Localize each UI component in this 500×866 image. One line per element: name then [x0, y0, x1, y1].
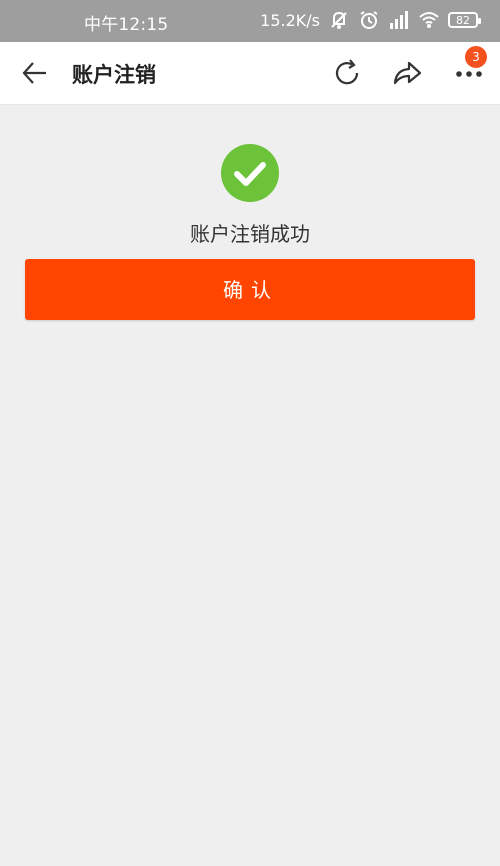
refresh-icon[interactable]	[330, 56, 364, 90]
network-speed: 15.2K/s	[260, 10, 320, 30]
success-message: 账户注销成功	[190, 222, 310, 246]
back-arrow-icon[interactable]	[18, 58, 52, 88]
vibrate-off-icon	[328, 9, 350, 31]
notification-badge: 3	[465, 46, 487, 68]
confirm-button[interactable]: 确认	[25, 259, 475, 320]
success-check-icon	[221, 144, 279, 202]
status-indicators: 15.2K/s 82	[260, 9, 481, 31]
battery-icon: 82	[448, 12, 481, 28]
signal-icon	[388, 9, 410, 31]
alarm-icon	[358, 9, 380, 31]
wifi-icon	[418, 9, 440, 31]
page-title: 账户注销	[72, 63, 156, 87]
share-icon[interactable]	[390, 56, 424, 90]
status-time: 中午12:15	[84, 15, 169, 35]
status-bar: 中午12:15 15.2K/s 82	[0, 0, 500, 42]
navigation-bar: 账户注销 3	[0, 42, 500, 105]
